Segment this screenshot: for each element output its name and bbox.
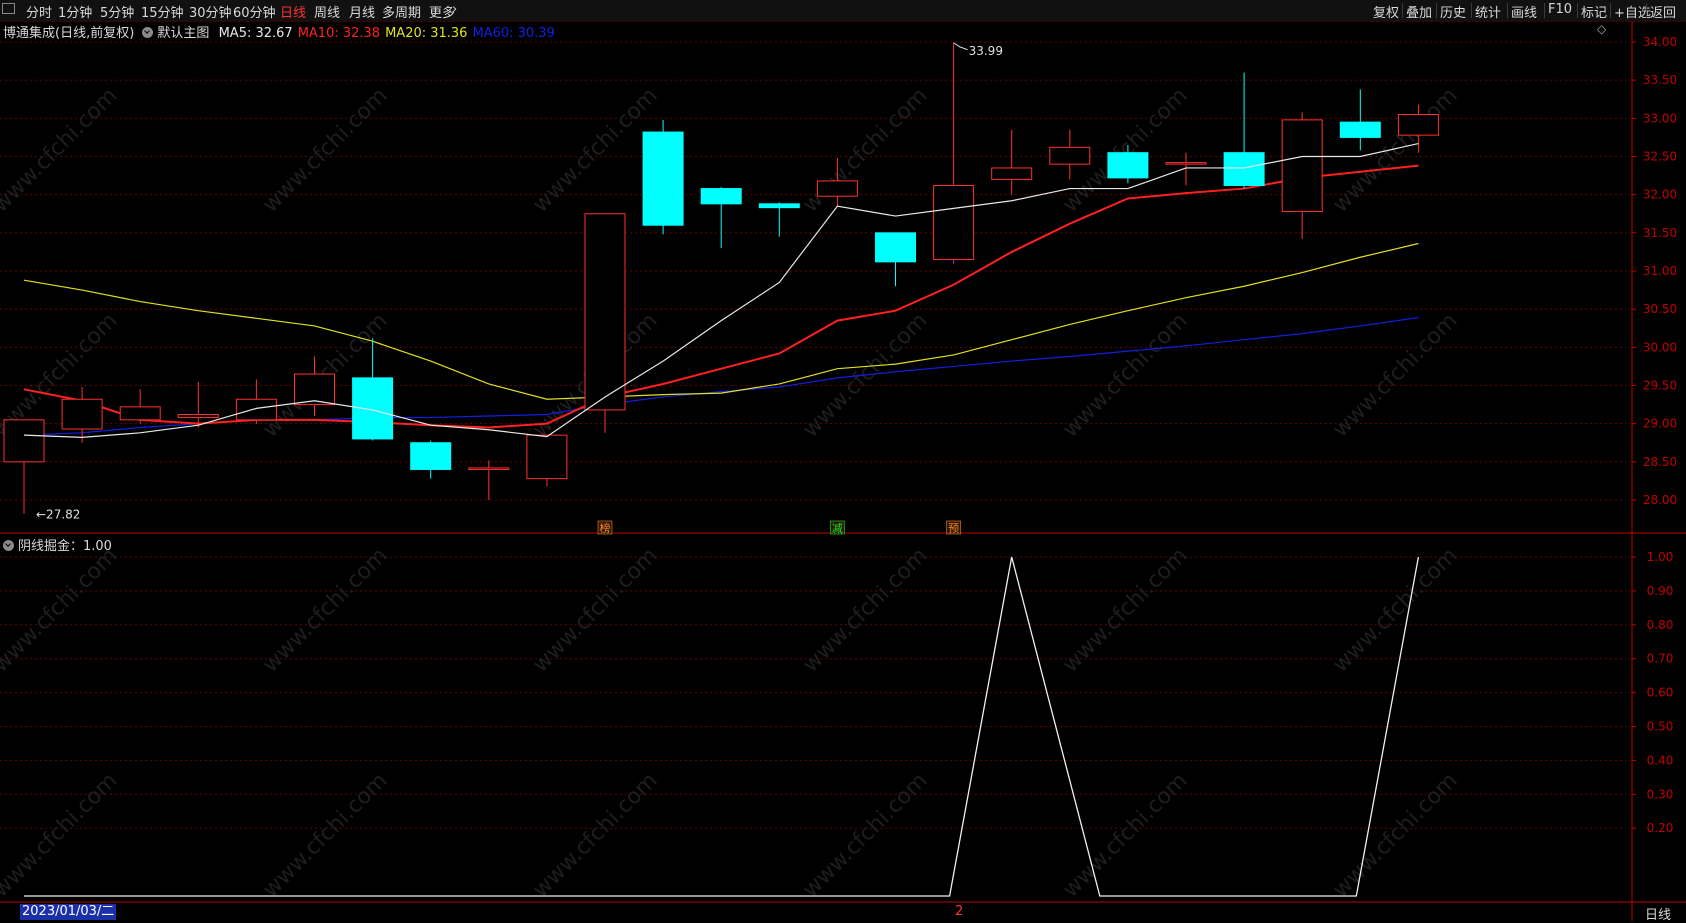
price-tick-label: 34.00 — [1643, 35, 1677, 49]
price-tick-label: 31.50 — [1643, 226, 1677, 240]
candle-body-up[interactable] — [1049, 146, 1091, 165]
candle-body-up[interactable] — [584, 213, 626, 411]
template-name[interactable]: 默认主图 — [157, 26, 209, 41]
indicator-tick-label: 0.70 — [1647, 652, 1674, 666]
candle-body-down[interactable] — [410, 442, 452, 470]
candle-body-up[interactable] — [526, 434, 568, 480]
watermark-text: www.cfchi.com — [798, 768, 932, 902]
candle-body-down[interactable] — [1107, 152, 1149, 179]
candle-body-up[interactable] — [61, 398, 103, 430]
stock-title: 博通集成(日线,前复权) — [3, 26, 135, 41]
watermark-text: www.cfchi.com — [0, 768, 123, 902]
candle-body-up[interactable] — [177, 414, 219, 419]
watermark-text: www.cfchi.com — [258, 543, 392, 677]
ma-label-0: MA5: 32.67 — [218, 26, 293, 41]
candle-body-up[interactable] — [3, 419, 45, 463]
price-tick-label: 33.00 — [1643, 111, 1677, 125]
candle-body-up[interactable] — [1165, 162, 1207, 165]
indicator-tick-label: 0.60 — [1647, 686, 1674, 700]
expand-icon[interactable]: ◇ — [1597, 22, 1606, 36]
price-tick-label: 32.50 — [1643, 150, 1677, 164]
high-pointer — [953, 42, 968, 51]
template-toggle-icon[interactable] — [142, 27, 154, 38]
price-tick-label: 29.50 — [1643, 379, 1677, 393]
candle-body-down[interactable] — [1339, 121, 1381, 138]
event-marker-0[interactable]: 榜 — [600, 521, 611, 535]
candle-body-down[interactable] — [1223, 152, 1265, 187]
indicator-title: 阴线掘金：1.00 — [18, 539, 112, 554]
candle-body-down[interactable] — [352, 377, 394, 440]
indicator-tick-label: 0.40 — [1647, 753, 1674, 767]
watermark-text: www.cfchi.com — [1058, 768, 1192, 902]
ma20-line — [23, 242, 1419, 400]
event-marker-2[interactable]: 预 — [948, 522, 959, 535]
price-tick-label: 31.00 — [1643, 264, 1677, 278]
watermark-text: www.cfchi.com — [798, 83, 932, 217]
ma-label-2: MA20: 31.36 — [385, 26, 468, 41]
candle-body-down[interactable] — [700, 188, 742, 205]
candle-body-up[interactable] — [933, 185, 975, 261]
kline-chart-canvas[interactable]: 34.00 33.50 33.00 32.50 32.00 31.50 31.00 30.50… — [0, 0, 1686, 921]
price-tick-label: 30.50 — [1643, 302, 1677, 316]
watermark-text: www.cfchi.com — [1328, 543, 1462, 677]
price-tick-label: 32.00 — [1643, 188, 1677, 202]
price-tick-label: 33.50 — [1643, 73, 1677, 87]
ma-label-1: MA10: 32.38 — [297, 26, 381, 41]
watermark-text: www.cfchi.com — [798, 543, 932, 677]
watermark-text: www.cfchi.com — [1328, 308, 1462, 442]
watermark-text: www.cfchi.com — [1328, 768, 1462, 902]
watermark-text: www.cfchi.com — [528, 768, 662, 902]
high-label: 33.99 — [969, 44, 1003, 58]
indicator-toggle-icon[interactable] — [3, 540, 14, 551]
candle-body-up[interactable] — [1397, 114, 1439, 136]
candle-body-down[interactable] — [758, 203, 800, 209]
candle-body-up[interactable] — [235, 398, 277, 421]
cursor-date-label: 2023/01/03/二 — [20, 904, 117, 920]
indicator-tick-label: 0.80 — [1647, 618, 1674, 632]
candle-body-up[interactable] — [816, 180, 858, 197]
candle-body-up[interactable] — [991, 167, 1033, 180]
price-tick-label: 28.00 — [1643, 493, 1677, 507]
ma-legend: MA5: 32.67 MA10: 32.38 MA20: 31.36 MA60: 30… — [214, 26, 555, 41]
indicator-panel-header: 阴线掘金：1.00 — [3, 535, 112, 554]
main-panel-header: 博通集成(日线,前复权) 默认主图 MA5: 32.67 MA10: 32.38 M… — [3, 22, 555, 41]
watermark-text: www.cfchi.com — [528, 543, 662, 677]
candle-body-up[interactable] — [468, 467, 510, 470]
bottom-center-mark: 2 — [955, 904, 964, 919]
watermark-text: www.cfchi.com — [258, 83, 392, 217]
watermark-text: www.cfchi.com — [258, 768, 392, 902]
ma60-line — [23, 316, 1419, 436]
watermark-text: www.cfchi.com — [528, 83, 662, 217]
watermark-text: www.cfchi.com — [1058, 543, 1192, 677]
indicator-tick-label: 0.90 — [1647, 584, 1674, 598]
watermark-text: www.cfchi.com — [1058, 308, 1192, 442]
watermark-text: www.cfchi.com — [0, 543, 123, 677]
indicator-tick-label: 0.20 — [1647, 821, 1674, 835]
period-label[interactable]: 日线 — [1645, 904, 1671, 923]
indicator-tick-label: 0.50 — [1647, 720, 1674, 734]
event-marker-1[interactable]: 减 — [832, 522, 843, 535]
ma-label-3: MA60: 30.39 — [472, 26, 555, 41]
watermark-text: www.cfchi.com — [0, 83, 123, 217]
price-tick-label: 28.50 — [1643, 455, 1677, 469]
indicator-tick-label: 0.30 — [1647, 787, 1674, 801]
candle-body-up[interactable] — [294, 373, 335, 406]
candle-body-up[interactable] — [1281, 119, 1323, 212]
indicator-tick-label: 1.00 — [1647, 550, 1674, 564]
candle-body-down[interactable] — [875, 232, 916, 263]
watermark-text: www.cfchi.com — [1328, 83, 1462, 217]
candle-body-down[interactable] — [642, 131, 684, 226]
price-tick-label: 29.00 — [1643, 417, 1677, 431]
price-tick-label: 30.00 — [1643, 340, 1677, 354]
low-label: ←27.82 — [36, 508, 80, 522]
candle-body-up[interactable] — [119, 406, 161, 421]
